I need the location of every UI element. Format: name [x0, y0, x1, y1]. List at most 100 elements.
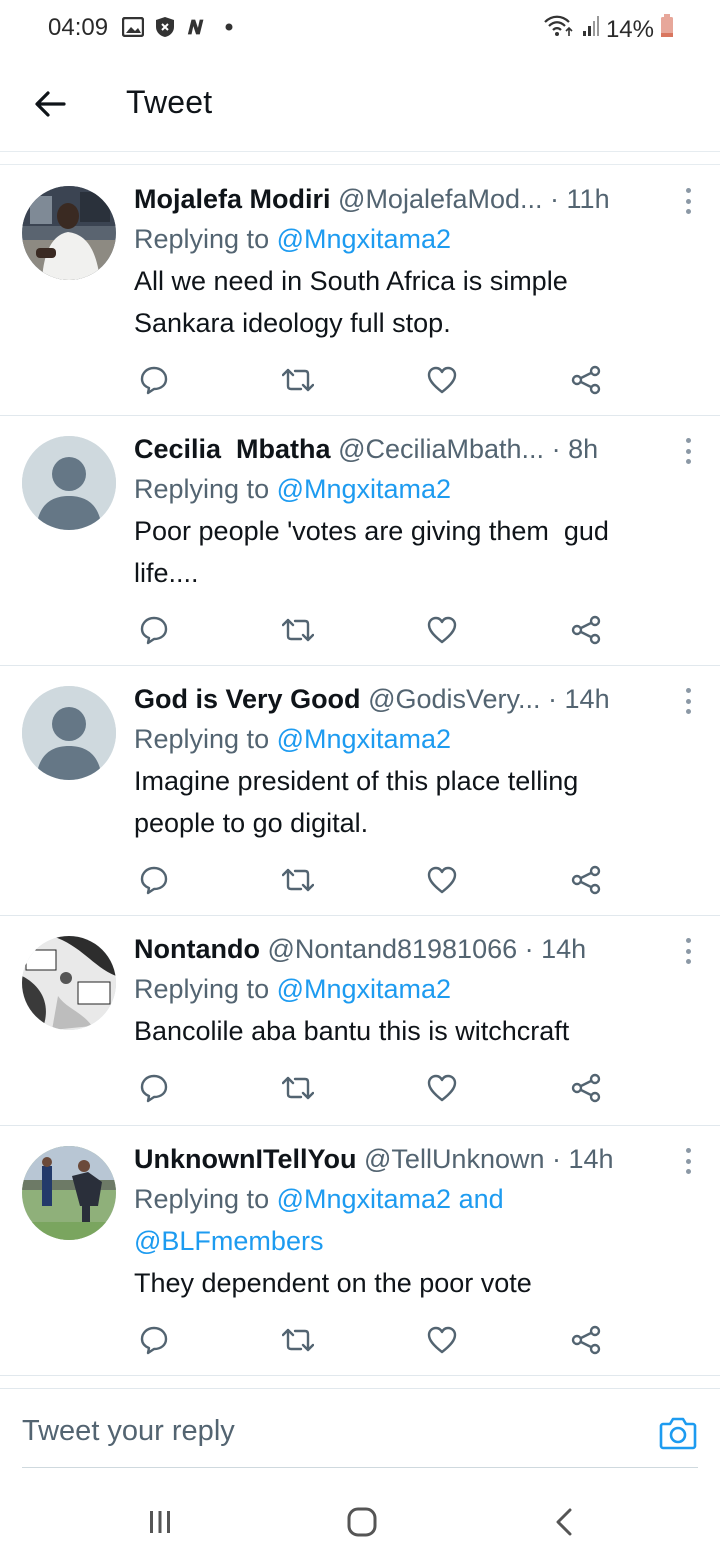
reply-input[interactable]: Tweet your reply — [22, 1415, 235, 1448]
replying-to: Replying to @Mngxitama2 — [134, 718, 690, 760]
author-handle[interactable]: @Nontand81981066 — [268, 934, 518, 964]
tweet-meta: Nontando @Nontand81981066 · 14h — [134, 930, 690, 968]
tweet[interactable]: Nontando @Nontand81981066 · 14h Replying… — [0, 916, 720, 1126]
gallery-icon — [122, 16, 144, 38]
reply-icon[interactable] — [134, 860, 174, 900]
replying-to: Replying to @Mngxitama2 — [134, 968, 690, 1010]
retweet-icon[interactable] — [278, 1320, 318, 1360]
back-nav-icon[interactable] — [542, 1500, 586, 1544]
wifi-icon — [542, 14, 576, 45]
like-icon[interactable] — [422, 360, 462, 400]
tweet-time: · 14h — [524, 934, 587, 964]
reply-feed: Mojalefa Modiri @MojalefaMod... · 11h Re… — [0, 166, 720, 1376]
tweet-text: All we need in South Africa is simple Sa… — [134, 260, 690, 344]
home-icon[interactable] — [340, 1500, 384, 1544]
tweet-meta: UnknownITellYou @TellUnknown · 14h — [134, 1140, 690, 1178]
tweet-time: · 8h — [551, 434, 599, 464]
retweet-icon[interactable] — [278, 860, 318, 900]
replying-label: Replying to — [134, 1184, 277, 1214]
tweet-time: · 14h — [552, 1144, 614, 1174]
replying-label: Replying to — [134, 974, 277, 1004]
reply-icon[interactable] — [134, 1068, 174, 1108]
tweet[interactable]: Mojalefa Modiri @MojalefaMod... · 11h Re… — [0, 166, 720, 416]
author-handle[interactable]: @GodisVery... — [368, 684, 540, 714]
share-icon[interactable] — [566, 1068, 606, 1108]
tweet-text-line: people to go digital. — [134, 808, 369, 838]
tweet-actions — [134, 1068, 614, 1108]
more-options-icon[interactable] — [682, 188, 694, 214]
share-icon[interactable] — [566, 1320, 606, 1360]
avatar[interactable] — [22, 686, 116, 780]
tweet-text: Poor people 'votes are giving them gud l… — [134, 510, 690, 594]
author-name[interactable]: Nontando — [134, 934, 260, 964]
tweet[interactable]: UnknownITellYou @TellUnknown · 14h Reply… — [0, 1126, 720, 1376]
share-icon[interactable] — [566, 860, 606, 900]
avatar[interactable] — [22, 1146, 116, 1240]
tweet-text-line: They dependent on the poor vote — [134, 1268, 532, 1298]
author-handle[interactable]: @CeciliaMbath... — [338, 434, 544, 464]
n-icon — [186, 16, 208, 38]
avatar[interactable] — [22, 936, 116, 1030]
app-header: Tweet — [0, 60, 720, 152]
header-divider — [0, 153, 720, 165]
mention-link[interactable]: @Mngxitama2 — [277, 724, 451, 754]
author-handle[interactable]: @TellUnknown — [364, 1144, 544, 1174]
mention-link[interactable]: @BLFmembers — [134, 1226, 323, 1256]
reply-icon[interactable] — [134, 1320, 174, 1360]
retweet-icon[interactable] — [278, 610, 318, 650]
author-name[interactable]: Mojalefa Modiri — [134, 184, 331, 214]
mention-link[interactable]: @Mngxitama2 — [277, 474, 451, 504]
tweet-actions — [134, 360, 614, 400]
share-icon[interactable] — [566, 360, 606, 400]
tweet[interactable]: Cecilia Mbatha @CeciliaMbath... · 8h Rep… — [0, 416, 720, 666]
author-name[interactable]: Cecilia Mbatha — [134, 434, 331, 464]
status-right: 14% — [542, 14, 674, 45]
tweet-text-line: life.... — [134, 558, 199, 588]
more-options-icon[interactable] — [682, 1148, 694, 1174]
replying-to: Replying to @Mngxitama2 — [134, 468, 690, 510]
mention-link[interactable]: @Mngxitama2 — [277, 974, 451, 1004]
more-options-icon[interactable] — [682, 688, 694, 714]
tweet-text-line: Imagine president of this place telling — [134, 766, 579, 796]
like-icon[interactable] — [422, 860, 462, 900]
retweet-icon[interactable] — [278, 1068, 318, 1108]
retweet-icon[interactable] — [278, 360, 318, 400]
camera-button[interactable] — [658, 1413, 698, 1453]
share-icon[interactable] — [566, 610, 606, 650]
reply-input-underline — [22, 1467, 698, 1468]
avatar[interactable] — [22, 186, 116, 280]
mention-link[interactable]: @Mngxitama2 — [277, 224, 451, 254]
back-button[interactable] — [30, 84, 70, 124]
more-options-icon[interactable] — [682, 438, 694, 464]
page-title: Tweet — [126, 84, 213, 120]
tweet-text-line: All we need in South Africa is simple — [134, 266, 568, 296]
tweet-meta: God is Very Good @GodisVery... · 14h — [134, 680, 690, 718]
tweet-text: Bancolile aba bantu this is witchcraft — [134, 1010, 690, 1052]
tweet[interactable]: God is Very Good @GodisVery... · 14h Rep… — [0, 666, 720, 916]
author-name[interactable]: UnknownITellYou — [134, 1144, 357, 1174]
battery-percent: 14% — [605, 15, 654, 43]
replying-label: Replying to — [134, 724, 277, 754]
replying-to-continued: @BLFmembers — [134, 1220, 690, 1262]
like-icon[interactable] — [422, 1320, 462, 1360]
tweet-meta: Mojalefa Modiri @MojalefaMod... · 11h — [134, 180, 690, 218]
tweet-actions — [134, 860, 614, 900]
like-icon[interactable] — [422, 610, 462, 650]
tweet-text-line: Sankara ideology full stop. — [134, 308, 451, 338]
reply-icon[interactable] — [134, 360, 174, 400]
author-handle[interactable]: @MojalefaMod... — [338, 184, 543, 214]
avatar[interactable] — [22, 436, 116, 530]
status-time: 04:09 — [48, 14, 109, 41]
status-bar: 04:09 14% — [0, 0, 720, 60]
arrow-left-icon — [35, 91, 66, 117]
tweet-text-line: Poor people 'votes are giving them gud — [134, 516, 609, 546]
like-icon[interactable] — [422, 1068, 462, 1108]
more-options-icon[interactable] — [682, 938, 694, 964]
mention-link[interactable]: @Mngxitama2 and — [277, 1184, 504, 1214]
tweet-text: They dependent on the poor vote — [134, 1262, 690, 1304]
camera-icon — [659, 1417, 697, 1450]
recent-apps-icon[interactable] — [138, 1500, 182, 1544]
reply-icon[interactable] — [134, 610, 174, 650]
replying-label: Replying to — [134, 224, 277, 254]
author-name[interactable]: God is Very Good — [134, 684, 361, 714]
